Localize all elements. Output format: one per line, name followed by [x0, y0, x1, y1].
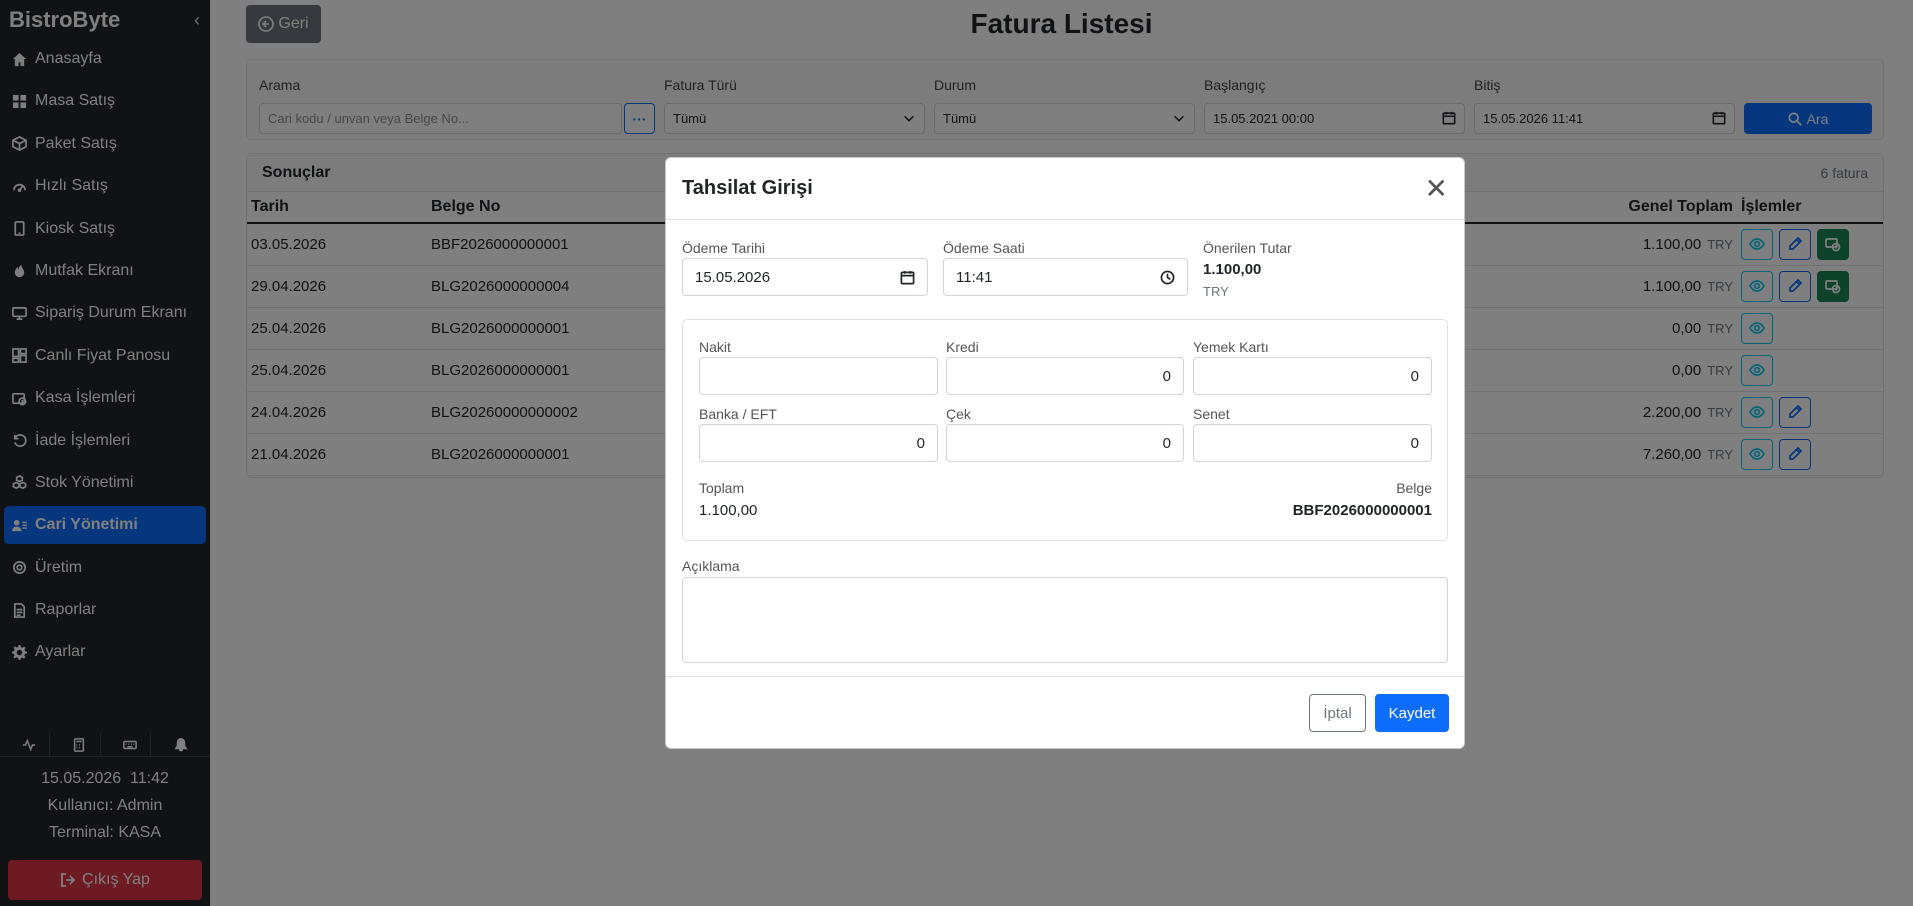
bank-eft-input[interactable]: 0: [699, 424, 938, 462]
cancel-button[interactable]: İptal: [1309, 694, 1366, 732]
suggested-amount-label: Önerilen Tutar: [1203, 240, 1292, 256]
cash-label: Nakit: [699, 339, 731, 355]
payment-date-input[interactable]: 15.05.2026: [682, 258, 928, 296]
total-value: 1.100,00: [699, 502, 758, 519]
description-label: Açıklama: [682, 558, 740, 574]
clock-icon[interactable]: [1160, 270, 1175, 289]
payment-time-value: 11:41: [956, 268, 993, 286]
suggested-currency: TRY: [1203, 284, 1229, 299]
calendar-icon[interactable]: [900, 270, 915, 289]
description-textarea[interactable]: [682, 577, 1448, 663]
payment-time-label: Ödeme Saati: [943, 240, 1025, 256]
meal-card-label: Yemek Kartı: [1193, 339, 1269, 355]
suggested-amount-value: 1.100,00: [1203, 261, 1262, 278]
cash-input[interactable]: [699, 357, 938, 395]
document-label: Belge: [1396, 480, 1432, 496]
modal-header: Tahsilat Girişi ✕: [666, 158, 1464, 220]
close-icon[interactable]: ✕: [1425, 174, 1448, 203]
modal-title: Tahsilat Girişi: [682, 177, 813, 199]
payment-time-input[interactable]: 11:41: [943, 258, 1188, 296]
document-value: BBF2026000000001: [1292, 502, 1432, 519]
credit-label: Kredi: [946, 339, 979, 355]
bank-eft-label: Banka / EFT: [699, 406, 777, 422]
payment-date-label: Ödeme Tarihi: [682, 240, 766, 256]
promissory-note-label: Senet: [1193, 406, 1230, 422]
check-input[interactable]: 0: [946, 424, 1184, 462]
credit-input[interactable]: 0: [946, 357, 1184, 395]
save-button[interactable]: Kaydet: [1375, 694, 1449, 732]
payment-date-value: 15.05.2026: [695, 268, 771, 286]
payment-modal: Tahsilat Girişi ✕ Ödeme Tarihi 15.05.202…: [665, 157, 1465, 749]
total-label: Toplam: [699, 480, 745, 496]
check-label: Çek: [946, 406, 971, 422]
promissory-note-input[interactable]: 0: [1193, 424, 1432, 462]
meal-card-input[interactable]: 0: [1193, 357, 1432, 395]
modal-footer: İptal Kaydet: [666, 676, 1464, 748]
